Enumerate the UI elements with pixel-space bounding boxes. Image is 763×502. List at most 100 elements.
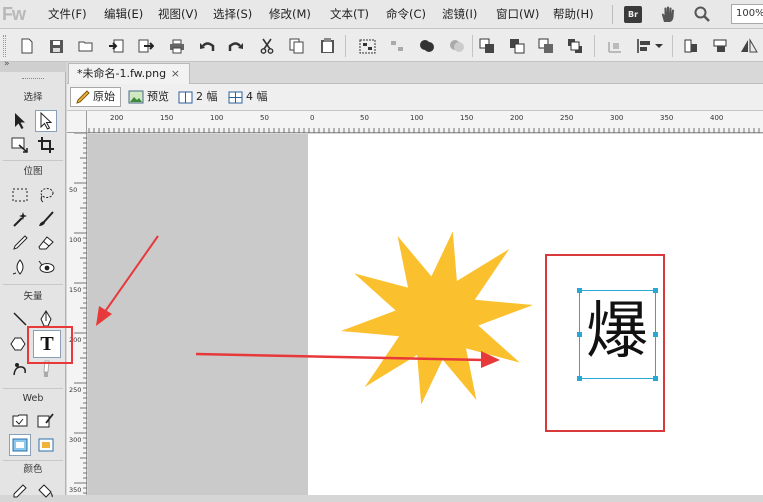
canvas-text-character[interactable]: 爆 — [586, 290, 648, 372]
ruler-label: 100 — [69, 236, 81, 244]
two-up-view-button[interactable]: 2 幅 — [178, 87, 218, 107]
menu-view[interactable]: 视图(V) — [158, 6, 198, 23]
four-up-view-button[interactable]: 4 幅 — [228, 87, 268, 107]
open-folder-icon[interactable] — [77, 37, 95, 55]
crop-tool-icon[interactable] — [35, 134, 57, 156]
section-divider — [3, 284, 63, 285]
brush-tool-icon[interactable] — [35, 208, 57, 230]
selection-handle[interactable] — [653, 376, 658, 381]
eyedropper-tool-icon[interactable] — [9, 480, 31, 502]
starburst-polygon[interactable] — [340, 231, 534, 405]
lasso-tool-icon[interactable] — [35, 184, 57, 206]
toolbar-divider — [672, 35, 673, 57]
document-tab[interactable]: *未命名-1.fw.png × — [68, 63, 190, 84]
ruler-corner — [67, 111, 87, 133]
two-up-view-label: 2 幅 — [196, 90, 218, 103]
hide-slices-button[interactable] — [35, 434, 57, 456]
rotate-right-icon[interactable] — [711, 37, 729, 55]
export-icon[interactable] — [137, 37, 155, 55]
original-view-button[interactable]: 原始 — [70, 87, 121, 107]
zoom-level-field[interactable]: 100% — [731, 4, 763, 24]
distribute-icon[interactable] — [606, 37, 624, 55]
close-tab-icon[interactable]: × — [171, 64, 180, 84]
horizontal-ruler[interactable]: 200 150 100 50 0 50 100 150 200 250 300 350 400 — [67, 111, 763, 133]
preview-view-label: 预览 — [147, 90, 169, 103]
section-divider — [3, 388, 63, 389]
menu-commands[interactable]: 命令(C) — [386, 6, 426, 23]
hotspot-tool-icon[interactable] — [9, 410, 31, 432]
join-icon[interactable] — [418, 37, 436, 55]
section-select-label: 选择 — [23, 92, 43, 103]
save-icon[interactable] — [47, 37, 65, 55]
section-vector-label: 矢量 — [23, 291, 43, 302]
print-icon[interactable] — [168, 37, 186, 55]
selection-handle[interactable] — [577, 332, 582, 337]
menu-window[interactable]: 窗口(W) — [496, 6, 539, 23]
zoom-tool-icon[interactable] — [693, 5, 711, 23]
subselection-tool[interactable] — [35, 110, 57, 132]
text-object-bounding-box[interactable]: 爆 — [577, 288, 658, 381]
copy-icon[interactable] — [288, 37, 306, 55]
document-tab-title: *未命名-1.fw.png — [77, 67, 167, 80]
toolbar-grip[interactable] — [3, 35, 6, 57]
pasteboard — [88, 134, 308, 495]
import-icon[interactable] — [107, 37, 125, 55]
selection-handle[interactable] — [653, 332, 658, 337]
preview-view-button[interactable]: 预览 — [128, 87, 169, 107]
menu-file[interactable]: 文件(F) — [48, 6, 87, 23]
menu-text[interactable]: 文本(T) — [330, 6, 369, 23]
menu-help[interactable]: 帮助(H) — [553, 6, 594, 23]
hand-tool-icon[interactable] — [658, 4, 678, 24]
collapse-panel-icon[interactable]: » — [4, 59, 10, 69]
bring-to-front-icon[interactable] — [478, 37, 496, 55]
four-pane-icon — [228, 91, 243, 103]
ruler-label: 300 — [610, 114, 623, 122]
paste-icon[interactable] — [318, 37, 336, 55]
slice-tool-icon[interactable] — [35, 410, 57, 432]
ungroup-icon[interactable] — [388, 37, 406, 55]
split-icon[interactable] — [448, 37, 466, 55]
rotate-left-icon[interactable] — [682, 37, 700, 55]
starburst-shape[interactable] — [325, 210, 555, 430]
cut-icon[interactable] — [258, 37, 276, 55]
new-file-icon[interactable] — [18, 37, 36, 55]
shape-tool-icon[interactable] — [7, 333, 29, 355]
eraser-tool-icon[interactable] — [35, 232, 57, 254]
selection-handle[interactable] — [577, 288, 582, 293]
ruler-label: 300 — [69, 436, 81, 444]
bring-forward-icon[interactable] — [508, 37, 526, 55]
flip-icon[interactable] — [740, 37, 758, 55]
send-backward-icon[interactable] — [537, 37, 555, 55]
original-view-label: 原始 — [93, 90, 115, 103]
redo-icon[interactable] — [227, 37, 245, 55]
scale-tool-icon[interactable] — [9, 134, 31, 156]
app-logo: Fw — [2, 4, 26, 24]
menu-edit[interactable]: 编辑(E) — [104, 6, 143, 23]
blur-tool-icon[interactable] — [9, 256, 31, 278]
magic-wand-tool-icon[interactable] — [9, 208, 31, 230]
bridge-button[interactable]: Br — [624, 6, 642, 23]
menu-filters[interactable]: 滤镜(I) — [442, 6, 477, 23]
show-slices-button[interactable] — [9, 434, 31, 456]
paint-bucket-tool-icon[interactable] — [35, 480, 57, 502]
red-eye-tool-icon[interactable] — [35, 256, 57, 278]
marquee-tool-icon[interactable] — [9, 184, 31, 206]
ruler-label: 0 — [310, 114, 314, 122]
pencil-tool-icon[interactable] — [9, 232, 31, 254]
undo-icon[interactable] — [198, 37, 216, 55]
selection-handle[interactable] — [653, 288, 658, 293]
menu-modify[interactable]: 修改(M) — [269, 6, 311, 23]
vertical-ruler[interactable]: 50 100 150 200 250 300 350 — [67, 133, 87, 495]
send-to-back-icon[interactable] — [566, 37, 584, 55]
menu-divider — [612, 5, 613, 24]
pointer-tool[interactable] — [9, 110, 31, 132]
selection-handle[interactable] — [577, 376, 582, 381]
menu-select[interactable]: 选择(S) — [213, 6, 252, 23]
ruler-label: 150 — [460, 114, 473, 122]
horizontal-ruler-ticks: 200 150 100 50 0 50 100 150 200 250 300 350 400 — [88, 114, 760, 133]
panel-grip[interactable] — [22, 78, 44, 80]
ruler-label: 250 — [560, 114, 573, 122]
align-dropdown[interactable] — [636, 37, 664, 55]
group-icon[interactable] — [358, 37, 376, 55]
ruler-label: 150 — [69, 286, 81, 294]
